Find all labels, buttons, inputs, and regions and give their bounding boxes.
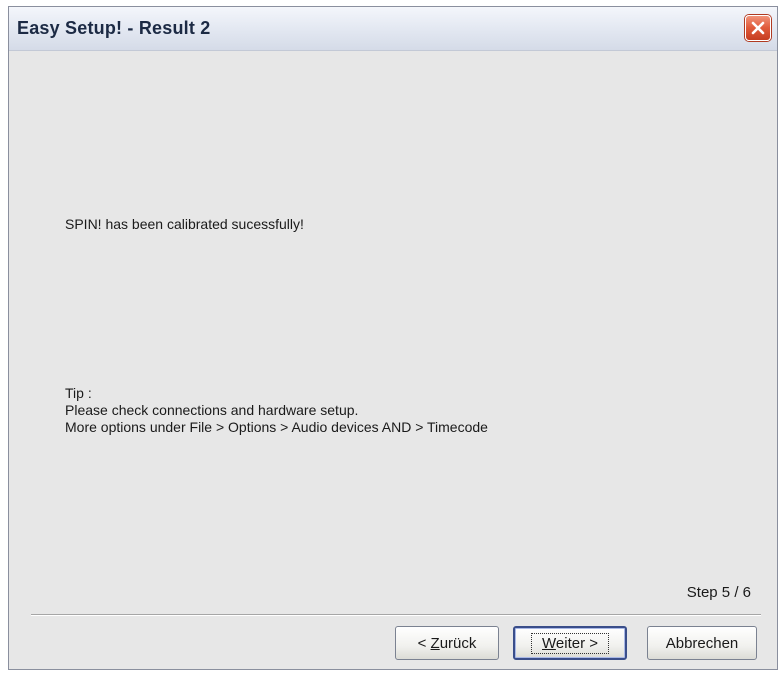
button-separator [31,614,761,616]
next-rest: eiter > [555,634,598,652]
tip-line-options: More options under File > Options > Audi… [65,419,488,435]
setup-dialog-window: Easy Setup! - Result 2 SPIN! has been ca… [8,6,778,670]
close-x-icon [751,21,765,35]
back-prefix: < [417,634,431,652]
close-button[interactable] [745,15,771,41]
calibration-success-message: SPIN! has been calibrated sucessfully! [65,216,304,232]
back-mnemonic: Z [430,634,440,652]
next-button[interactable]: Weiter > [513,626,627,660]
tip-heading: Tip : [65,385,92,401]
window-title: Easy Setup! - Result 2 [17,18,211,38]
cancel-button[interactable]: Abbrechen [647,626,757,660]
back-button[interactable]: < Zurück [395,626,499,660]
dialog-body: SPIN! has been calibrated sucessfully! T… [9,51,777,669]
title-bar[interactable]: Easy Setup! - Result 2 [9,7,777,51]
next-mnemonic: W [542,634,556,652]
back-rest: urück [439,634,477,652]
tip-block: Tip : Please check connections and hardw… [65,385,488,436]
step-indicator: Step 5 / 6 [686,584,751,601]
next-focus-ring: Weiter > [531,632,609,654]
tip-line-connections: Please check connections and hardware se… [65,402,359,418]
